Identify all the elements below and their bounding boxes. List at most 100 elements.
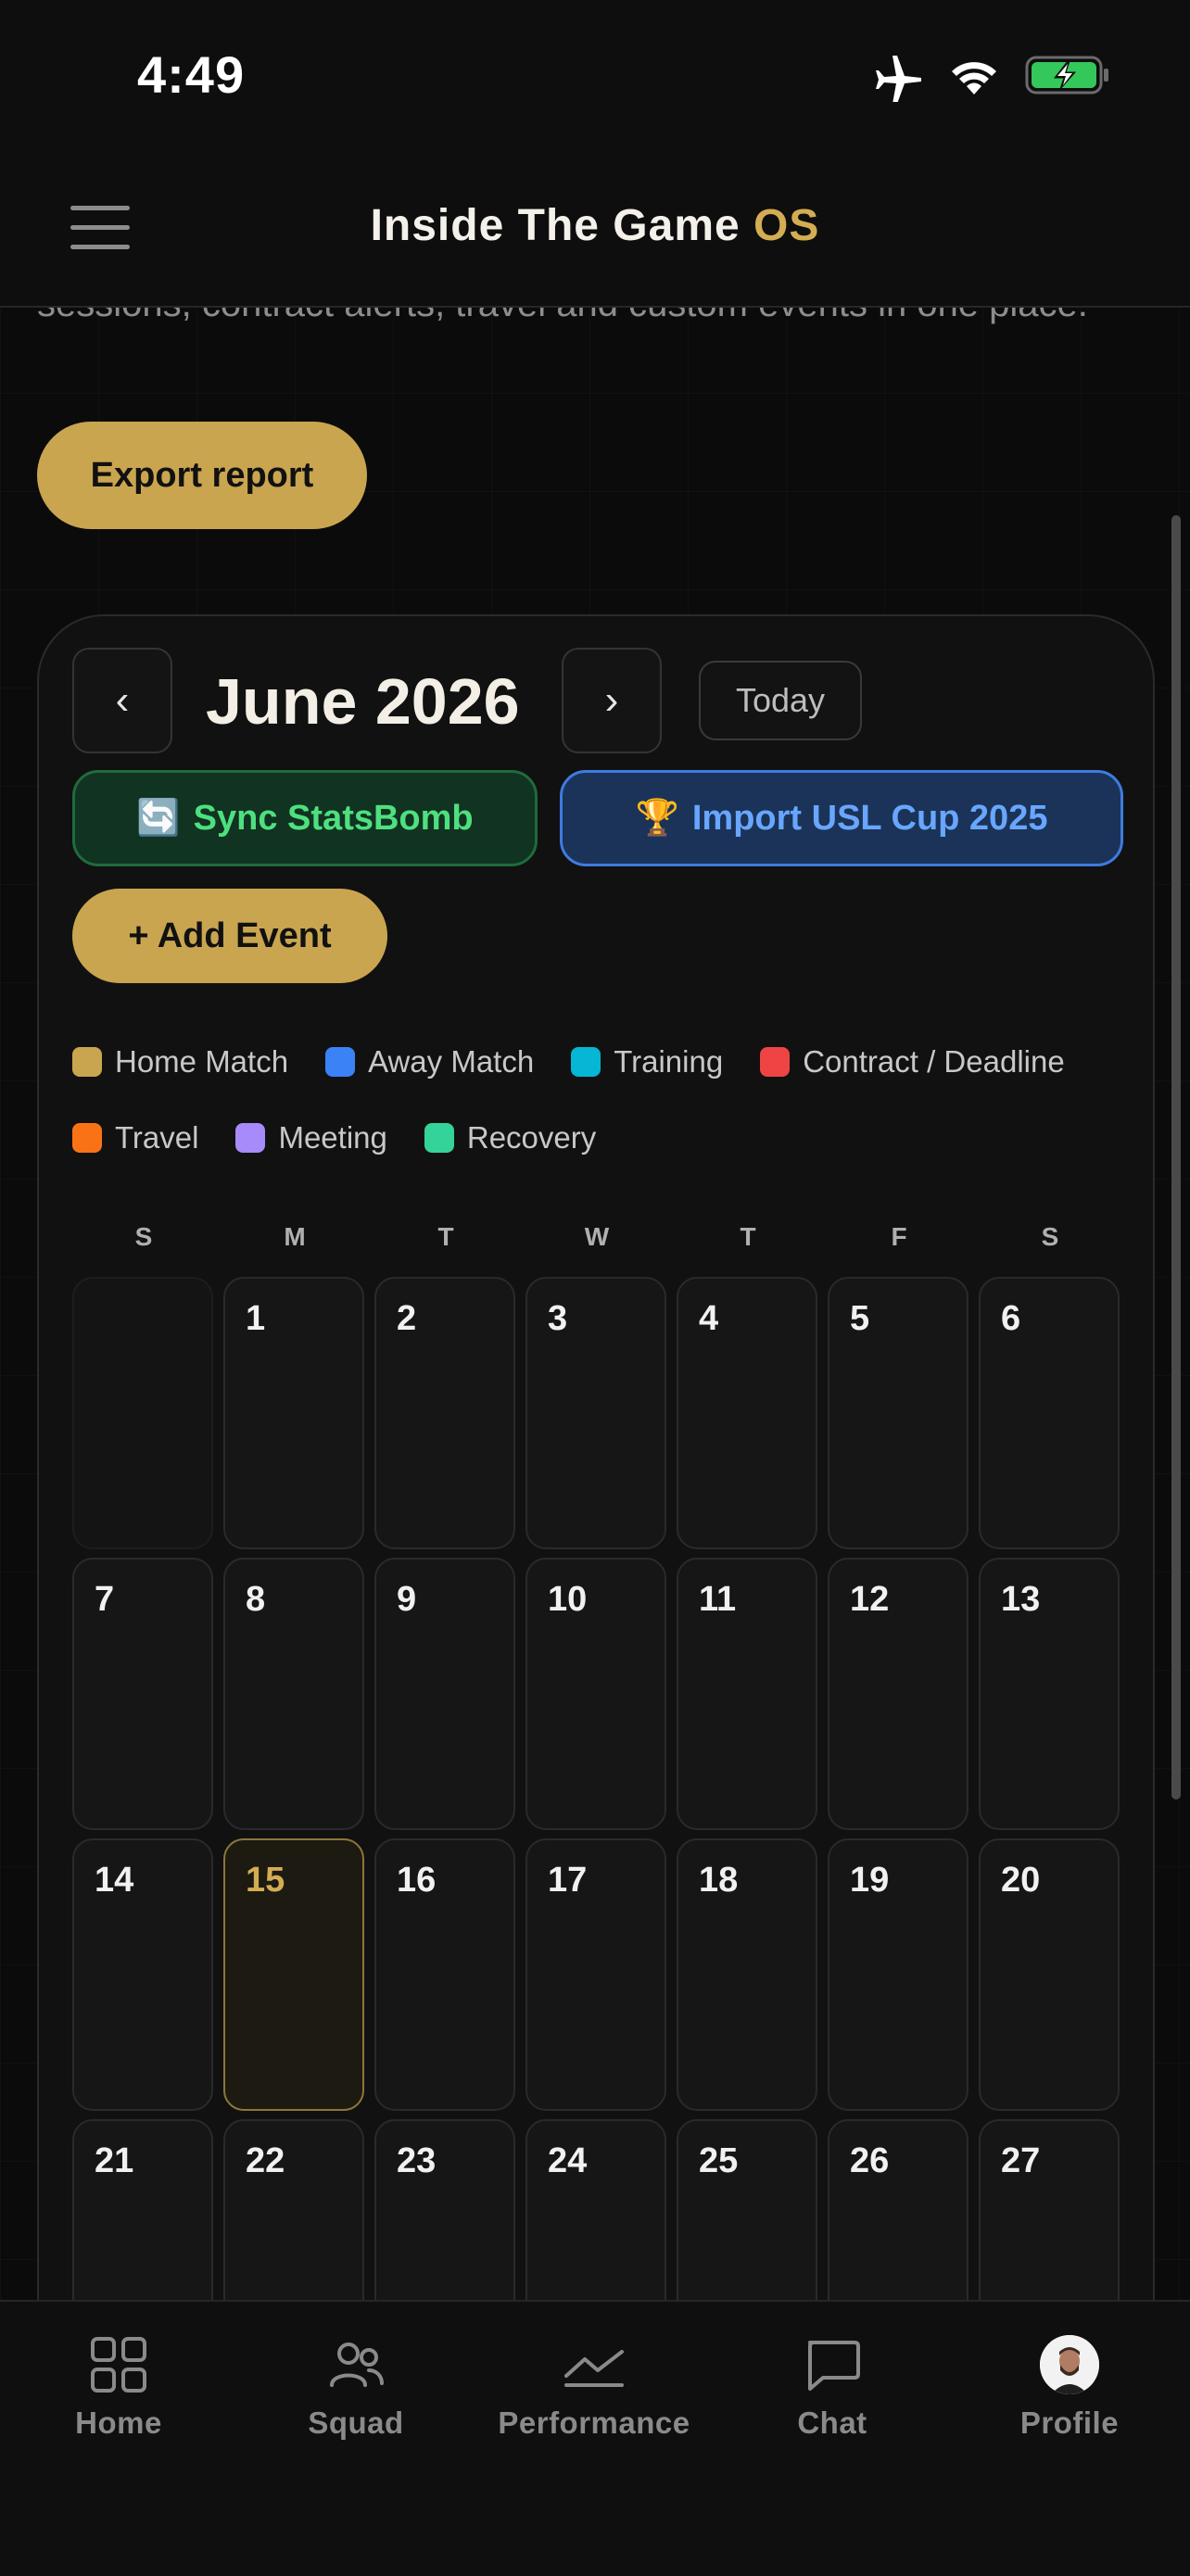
- trend-icon: [564, 2350, 624, 2387]
- day-number: 17: [548, 1861, 588, 1900]
- avatar: [1040, 2335, 1099, 2394]
- legend-item: Contract / Deadline: [760, 1044, 1065, 1080]
- weekday-header: SMTWTFS: [72, 1222, 1121, 1259]
- calendar-day[interactable]: 18: [677, 1838, 817, 2111]
- legend-item: Home Match: [72, 1044, 288, 1080]
- tab-profile[interactable]: Profile: [951, 2302, 1188, 2459]
- day-number: 19: [850, 1861, 890, 1900]
- tab-label: Profile: [1019, 2406, 1120, 2440]
- day-number: 8: [246, 1580, 266, 1619]
- calendar-day[interactable]: 13: [979, 1558, 1120, 1830]
- legend-label: Meeting: [278, 1120, 387, 1155]
- legend-swatch: [72, 1047, 102, 1077]
- day-number: 9: [397, 1580, 417, 1619]
- calendar-day[interactable]: 12: [828, 1558, 968, 1830]
- day-number: 15: [246, 1861, 285, 1900]
- calendar-card: ‹ June 2026 › Today 🔄 Sync StatsBomb 🏆 I…: [37, 614, 1155, 2392]
- day-number: 6: [1001, 1299, 1021, 1338]
- calendar-day[interactable]: 19: [828, 1838, 968, 2111]
- legend-swatch: [325, 1047, 356, 1077]
- today-button[interactable]: Today: [699, 661, 862, 740]
- next-month-button[interactable]: ›: [562, 648, 662, 753]
- wifi-icon: [952, 62, 996, 95]
- chat-icon: [808, 2341, 860, 2391]
- day-number: 25: [699, 2141, 739, 2180]
- import-usl-cup-button[interactable]: 🏆 Import USL Cup 2025: [560, 770, 1123, 866]
- tab-label: Squad: [308, 2406, 404, 2440]
- battery-charging-icon: [1025, 56, 1108, 95]
- day-number: 3: [548, 1299, 568, 1338]
- calendar-day[interactable]: 11: [677, 1558, 817, 1830]
- month-title: June 2026: [206, 665, 520, 738]
- legend-label: Travel: [115, 1120, 199, 1155]
- export-report-button[interactable]: Export report: [37, 422, 367, 529]
- tab-home[interactable]: Home: [0, 2302, 237, 2459]
- weekday-label: S: [134, 1222, 153, 1251]
- weekday-label: W: [584, 1222, 610, 1251]
- calendar-day[interactable]: 3: [525, 1277, 666, 1549]
- weekday-label: S: [1041, 1222, 1059, 1251]
- day-number: 13: [1001, 1580, 1041, 1619]
- day-number: 23: [397, 2141, 437, 2180]
- weekday-label: M: [284, 1222, 306, 1251]
- legend-row: Travel Meeting Recovery: [72, 1120, 596, 1155]
- calendar-day[interactable]: 2: [374, 1277, 515, 1549]
- day-number: 2: [397, 1299, 417, 1338]
- calendar-day[interactable]: 10: [525, 1558, 666, 1830]
- calendar-day[interactable]: 5: [828, 1277, 968, 1549]
- calendar-day-today[interactable]: 15: [223, 1838, 364, 2111]
- day-number: 7: [95, 1580, 115, 1619]
- calendar-day[interactable]: 14: [72, 1838, 213, 2111]
- day-number: 21: [95, 2141, 134, 2180]
- avatar-image: [1040, 2335, 1099, 2394]
- calendar-day[interactable]: 8: [223, 1558, 364, 1830]
- calendar-day[interactable]: 7: [72, 1558, 213, 1830]
- calendar-day[interactable]: 17: [525, 1838, 666, 2111]
- legend-item: Travel: [72, 1120, 198, 1155]
- sync-statsbomb-button[interactable]: 🔄 Sync StatsBomb: [72, 770, 538, 866]
- tab-squad[interactable]: Squad: [237, 2302, 475, 2459]
- legend-item: Recovery: [424, 1120, 596, 1155]
- import-label: Import USL Cup 2025: [691, 798, 1048, 838]
- bottom-tab-bar: Home Squad Performance Chat Profile: [0, 2300, 1190, 2576]
- prev-month-button[interactable]: ‹: [72, 648, 172, 753]
- legend-swatch: [760, 1047, 791, 1077]
- app-title-main: Inside The Game: [370, 201, 741, 250]
- legend-swatch: [571, 1047, 601, 1077]
- app-header: Inside The Game OS: [0, 158, 1190, 308]
- day-number: 12: [850, 1580, 890, 1619]
- add-event-button[interactable]: + Add Event: [72, 889, 387, 983]
- scrollbar[interactable]: [1171, 515, 1181, 1799]
- app-title: Inside The Game OS: [0, 200, 1190, 251]
- app-title-accent: OS: [753, 201, 820, 250]
- day-number: 5: [850, 1299, 870, 1338]
- calendar-day[interactable]: 4: [677, 1277, 817, 1549]
- tab-label: Chat: [797, 2406, 867, 2440]
- tab-performance[interactable]: Performance: [475, 2302, 713, 2459]
- trophy-icon: 🏆: [635, 799, 679, 838]
- day-number: 22: [246, 2141, 285, 2180]
- legend-item: Meeting: [235, 1120, 387, 1155]
- tab-chat[interactable]: Chat: [714, 2302, 951, 2459]
- status-bar: 4:49: [0, 0, 1190, 158]
- calendar-day[interactable]: 6: [979, 1277, 1120, 1549]
- tab-label: Home: [75, 2406, 162, 2440]
- calendar-day[interactable]: 20: [979, 1838, 1120, 2111]
- legend-item: Away Match: [325, 1044, 534, 1080]
- weekday-label: T: [437, 1222, 454, 1251]
- legend-swatch: [72, 1123, 102, 1153]
- legend-label: Home Match: [115, 1044, 289, 1079]
- calendar-day[interactable]: 16: [374, 1838, 515, 2111]
- airplane-icon: [876, 56, 921, 102]
- legend-row: Home Match Away Match Training Contract / D…: [72, 1044, 1065, 1080]
- day-number: 26: [850, 2141, 890, 2180]
- legend-label: Contract / Deadline: [803, 1044, 1065, 1079]
- calendar-day[interactable]: 1: [223, 1277, 364, 1549]
- day-number: 18: [699, 1861, 739, 1900]
- day-number: 11: [699, 1580, 737, 1619]
- grid-icon: [91, 2337, 146, 2393]
- day-number: 16: [397, 1861, 437, 1900]
- calendar-day[interactable]: 9: [374, 1558, 515, 1830]
- users-icon: [330, 2342, 384, 2387]
- day-number: 27: [1001, 2141, 1041, 2180]
